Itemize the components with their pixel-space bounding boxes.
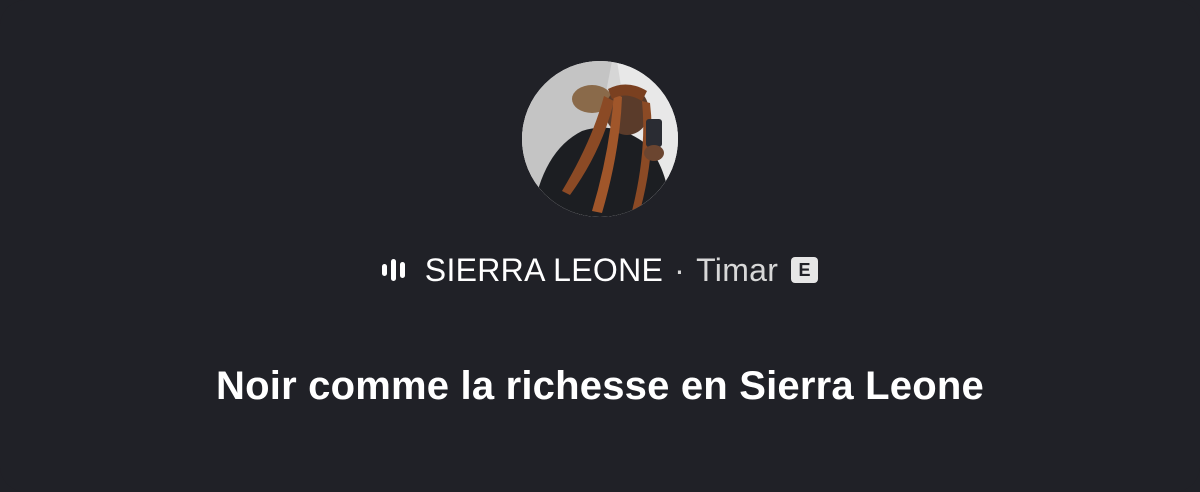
track-meta-row: SIERRA LEONE · Timar E bbox=[0, 249, 1200, 291]
now-playing-card: SIERRA LEONE · Timar E Noir comme la ric… bbox=[0, 0, 1200, 492]
audio-waveform-icon bbox=[381, 256, 405, 284]
artist-name[interactable]: SIERRA LEONE bbox=[425, 252, 663, 289]
track-title: Noir comme la richesse en Sierra Leone bbox=[216, 364, 984, 408]
album-name[interactable]: Timar bbox=[696, 252, 778, 289]
artist-avatar[interactable] bbox=[522, 61, 678, 217]
explicit-badge: E bbox=[791, 257, 819, 283]
separator-dot: · bbox=[674, 251, 686, 288]
profile-photo-icon bbox=[522, 61, 678, 217]
